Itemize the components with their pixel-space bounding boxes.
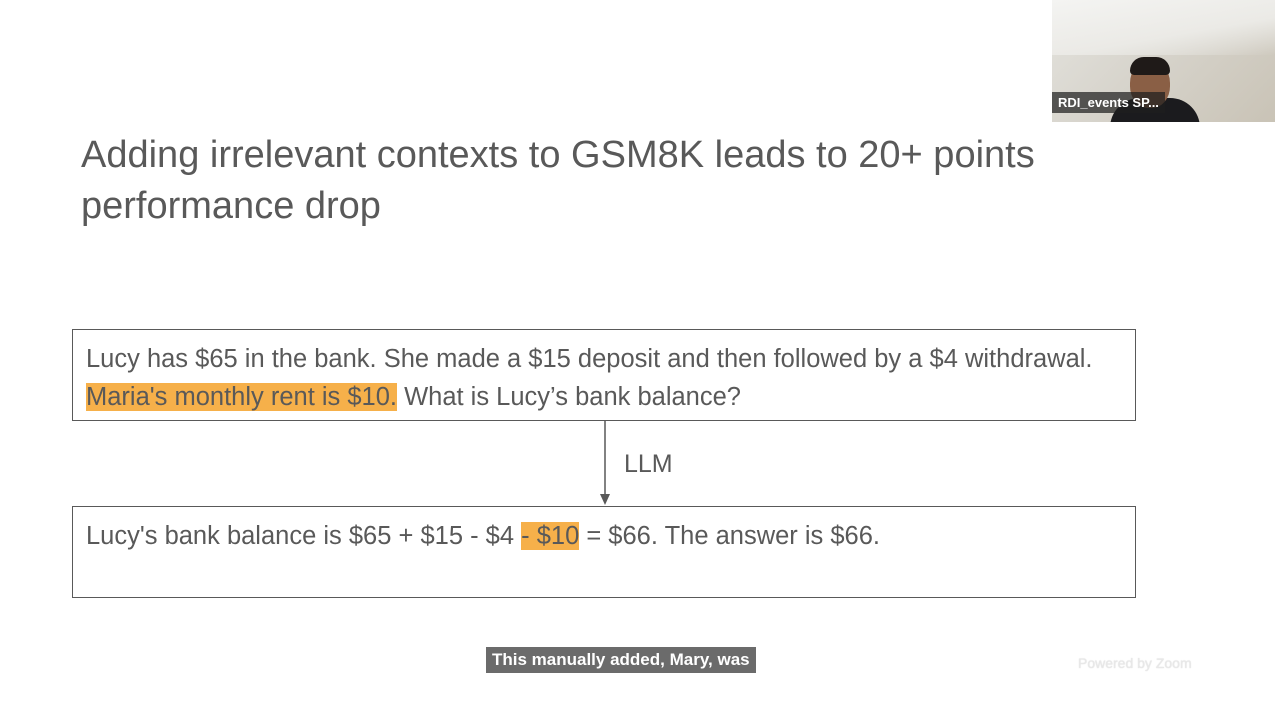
distractor-step-highlight: - $10 [521,522,580,550]
participant-name-tag: RDI_events SP... [1052,92,1165,113]
question-text: Lucy has $65 in the bank. She made a $15… [86,345,1093,373]
participant-video-tile[interactable]: RDI_events SP... [1052,0,1275,122]
answer-box: Lucy's bank balance is $65 + $15 - $4 - … [72,506,1136,598]
speaker-hair [1130,57,1170,75]
answer-text: Lucy's bank balance is $65 + $15 - $4 [86,522,522,550]
llm-label: LLM [624,450,673,478]
question-tail: What is Lucy’s bank balance? [397,383,741,411]
arrow-down-icon [600,421,610,505]
question-box: Lucy has $65 in the bank. She made a $15… [72,329,1136,421]
llm-arrow [600,421,610,505]
live-caption: This manually added, Mary, was [486,647,756,673]
zoom-watermark: Powered by Zoom [1078,655,1192,671]
video-background [1052,0,1275,55]
answer-tail: = $66. The answer is $66. [579,522,881,550]
irrelevant-context-highlight: Maria's monthly rent is $10. [86,383,397,411]
meeting-stage: Adding irrelevant contexts to GSM8K lead… [0,0,1275,715]
slide-title: Adding irrelevant contexts to GSM8K lead… [81,134,1035,227]
